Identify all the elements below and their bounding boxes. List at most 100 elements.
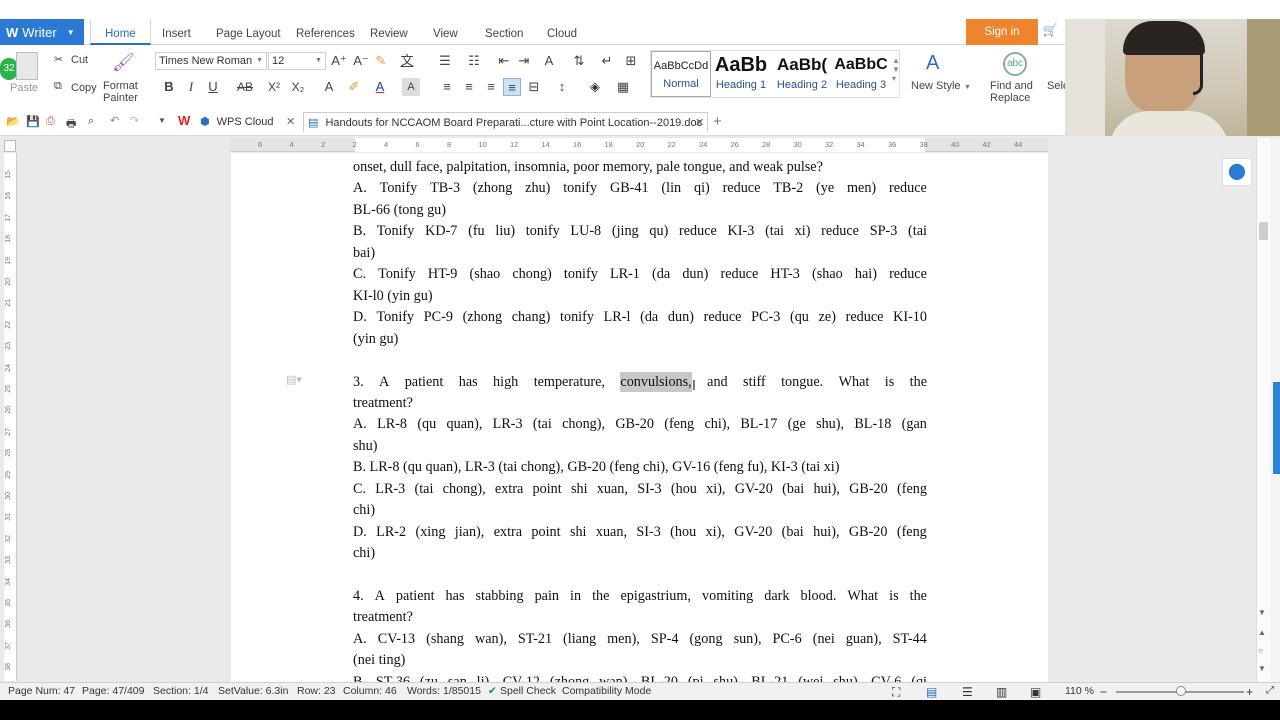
tab-wps-cloud[interactable]: ⬢ WPS Cloud ✕ bbox=[200, 112, 302, 132]
font-size-select[interactable]: 12 ▼ bbox=[268, 52, 326, 70]
status-page[interactable]: Page: 47/409 bbox=[82, 685, 144, 697]
ruler-toggle-icon[interactable] bbox=[4, 140, 16, 152]
reading-view-icon[interactable]: ▥ bbox=[996, 685, 1007, 699]
tab-home[interactable]: Home bbox=[90, 19, 151, 45]
style-heading-3[interactable]: AaBbC Heading 3 bbox=[832, 51, 890, 97]
status-zoom[interactable]: 110 % bbox=[1065, 685, 1094, 697]
tab-section[interactable]: Section bbox=[485, 19, 523, 45]
status-set-value[interactable]: SetValue: 6.3in bbox=[218, 685, 288, 697]
fullscreen-icon[interactable]: ⛶ bbox=[892, 685, 900, 700]
wps-home-icon[interactable]: W bbox=[178, 113, 190, 128]
underline-icon[interactable]: U bbox=[204, 78, 222, 96]
align-right-icon[interactable]: ≡ bbox=[482, 78, 500, 96]
new-tab-icon[interactable]: + bbox=[713, 112, 722, 132]
superscript-icon[interactable]: X² bbox=[265, 78, 283, 96]
tab-references[interactable]: References bbox=[296, 19, 355, 45]
tab-view[interactable]: View bbox=[433, 19, 458, 45]
print-icon[interactable]: 🖶 bbox=[66, 115, 76, 134]
font-name-select[interactable]: Times New Roman ▼ bbox=[155, 52, 267, 70]
justify-icon[interactable]: ≡ bbox=[503, 78, 521, 96]
expand-icon[interactable]: ⤢ bbox=[1266, 685, 1274, 696]
sign-in-button[interactable]: Sign in bbox=[966, 19, 1038, 45]
new-style-button[interactable]: New Style bbox=[911, 80, 961, 92]
status-page-num[interactable]: Page Num: 47 bbox=[8, 685, 75, 697]
spell-check-icon[interactable]: ✔ bbox=[488, 685, 497, 697]
asian-layout-icon[interactable]: A bbox=[540, 52, 558, 70]
paste-icon[interactable] bbox=[16, 52, 38, 80]
tab-page-layout[interactable]: Page Layout bbox=[216, 19, 281, 45]
close-icon[interactable]: ✕ bbox=[286, 112, 295, 132]
find-replace-label-2[interactable]: Replace bbox=[990, 92, 1030, 104]
bullets-icon[interactable]: ☰ bbox=[436, 52, 454, 70]
vertical-scrollbar[interactable]: ▼ ▲ ○ ▼ bbox=[1256, 138, 1270, 682]
gallery-more-icon[interactable]: ▲ ▼ ▾ bbox=[892, 56, 900, 83]
copy-button[interactable]: Copy bbox=[71, 82, 97, 94]
font-color-icon[interactable]: A bbox=[371, 78, 389, 96]
export-pdf-icon[interactable]: ⎙ bbox=[46, 115, 55, 128]
new-style-icon[interactable]: A bbox=[926, 52, 939, 75]
increase-indent-icon[interactable]: ⇥ bbox=[515, 52, 533, 70]
zoom-slider-thumb[interactable] bbox=[1176, 686, 1186, 696]
close-icon[interactable]: ✕ bbox=[695, 113, 704, 133]
cart-icon[interactable]: 🛒 bbox=[1040, 23, 1060, 41]
status-section[interactable]: Section: 1/4 bbox=[153, 685, 208, 697]
character-shading-icon[interactable]: A bbox=[402, 78, 420, 96]
numbering-icon[interactable]: ☷ bbox=[465, 52, 483, 70]
location-pin-icon[interactable]: ⬤ bbox=[1222, 158, 1252, 186]
zoom-out-icon[interactable]: − bbox=[1100, 685, 1107, 699]
paintbrush-icon[interactable]: 🖌 bbox=[112, 52, 135, 73]
print-layout-icon[interactable]: ▤ bbox=[926, 685, 937, 699]
scroll-down-icon[interactable]: ▼ bbox=[1258, 608, 1266, 617]
tab-cloud[interactable]: Cloud bbox=[547, 19, 577, 45]
status-spell-check[interactable]: Spell Check bbox=[500, 685, 556, 697]
status-words[interactable]: Words: 1/85015 bbox=[407, 685, 481, 697]
copy-icon[interactable]: ⧉ bbox=[54, 80, 62, 93]
side-panel-tab[interactable] bbox=[1273, 382, 1280, 474]
paste-button[interactable]: Paste bbox=[10, 82, 38, 94]
show-marks-icon[interactable]: ↵ bbox=[598, 52, 616, 70]
undo-icon[interactable]: ↶ bbox=[110, 114, 119, 127]
style-heading-2[interactable]: AaBb( Heading 2 bbox=[773, 51, 831, 97]
outline-view-icon[interactable]: ☰ bbox=[962, 685, 973, 699]
print-preview-icon[interactable]: ⌕ bbox=[88, 115, 94, 128]
subscript-icon[interactable]: X₂ bbox=[289, 78, 307, 96]
scissors-icon[interactable]: ✂ bbox=[54, 53, 63, 66]
web-layout-icon[interactable]: ▣ bbox=[1030, 685, 1041, 699]
shading-icon[interactable]: ◈ bbox=[586, 78, 604, 96]
save-icon[interactable]: 💾 bbox=[26, 115, 40, 128]
find-replace-label-1[interactable]: Find and bbox=[990, 80, 1033, 92]
horizontal-ruler[interactable]: 6 4 2 2 4 6 8 10 12 14 16 18 20 22 24 26 28 30 32 34 36 38 40 4… bbox=[230, 138, 1048, 152]
redo-icon[interactable]: ↷ bbox=[130, 114, 139, 127]
borders-icon[interactable]: ▦ bbox=[614, 78, 632, 96]
clear-format-icon[interactable]: ✎ bbox=[372, 52, 390, 70]
writer-app-button[interactable]: W Writer ▼ bbox=[0, 19, 84, 45]
format-painter-label-2[interactable]: Painter bbox=[103, 92, 138, 104]
align-left-icon[interactable]: ≡ bbox=[438, 78, 456, 96]
next-page-icon[interactable]: ▼ bbox=[1258, 664, 1266, 673]
customize-toolbar-icon[interactable]: ▼ bbox=[158, 116, 166, 125]
grow-font-icon[interactable]: A⁺ bbox=[330, 52, 348, 70]
format-painter-label-1[interactable]: Format bbox=[103, 80, 138, 92]
tab-insert[interactable]: Insert bbox=[162, 19, 191, 45]
style-heading-1[interactable]: AaBb Heading 1 bbox=[713, 51, 769, 97]
highlight-icon[interactable]: ✐ bbox=[345, 78, 363, 96]
strikethrough-icon[interactable]: AB bbox=[236, 78, 254, 96]
cut-button[interactable]: Cut bbox=[71, 54, 88, 66]
shrink-font-icon[interactable]: A⁻ bbox=[352, 52, 370, 70]
zoom-in-icon[interactable]: + bbox=[1246, 685, 1253, 699]
tab-document[interactable]: ▤ Handouts for NCCAOM Board Preparati...… bbox=[303, 112, 708, 132]
status-row[interactable]: Row: 23 bbox=[297, 685, 336, 697]
open-folder-icon[interactable]: 📂 bbox=[6, 115, 20, 128]
table-icon[interactable]: ⊞ bbox=[622, 52, 640, 70]
select-browse-icon[interactable]: ○ bbox=[1258, 646, 1263, 655]
align-center-icon[interactable]: ≡ bbox=[460, 78, 478, 96]
find-replace-icon[interactable]: abc bbox=[1003, 52, 1027, 76]
text-effects-icon[interactable]: A bbox=[320, 78, 338, 96]
previous-page-icon[interactable]: ▲ bbox=[1258, 628, 1266, 637]
phonetic-guide-icon[interactable]: 文 bbox=[398, 52, 416, 70]
vertical-ruler[interactable]: 15 16 17 18 19 20 21 22 23 24 25 26 27 28 29 30 31 32 33 34… bbox=[4, 153, 17, 692]
decrease-indent-icon[interactable]: ⇤ bbox=[495, 52, 513, 70]
paragraph-handle-icon[interactable]: ▤▾ bbox=[286, 373, 302, 386]
status-column[interactable]: Column: 46 bbox=[343, 685, 397, 697]
style-normal[interactable]: AaBbCcDd Normal bbox=[651, 51, 711, 97]
